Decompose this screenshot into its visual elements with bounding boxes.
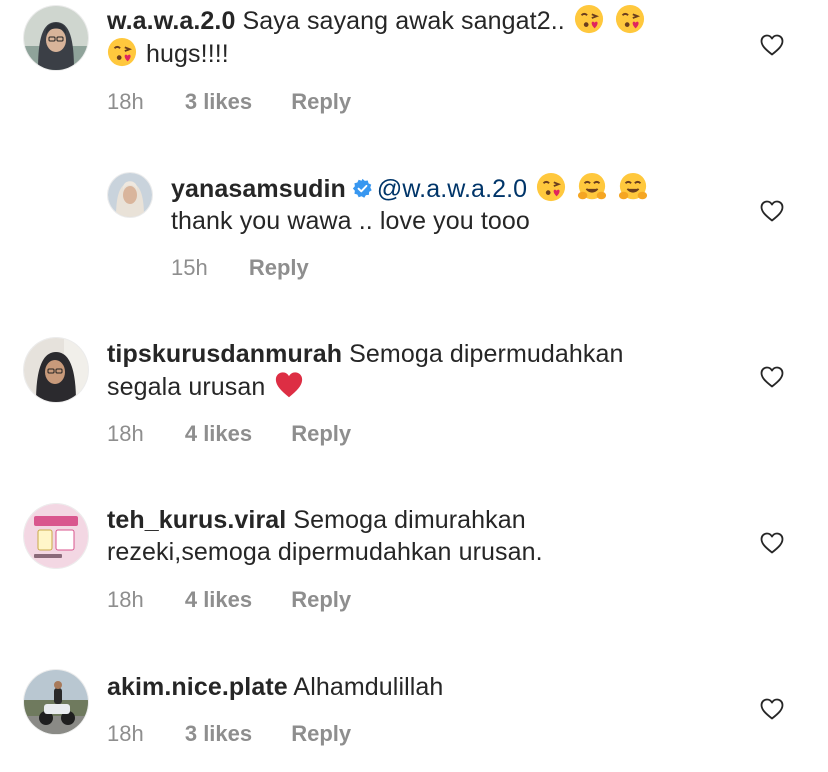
likes-count[interactable]: 3 likes <box>185 721 252 747</box>
reply-button[interactable]: Reply <box>291 421 351 447</box>
profile-photo-icon <box>108 173 152 217</box>
comment-message-continued: rezeki,semoga dipermudahkan urusan. <box>107 538 543 566</box>
motorbike-avatar-icon <box>24 670 88 734</box>
like-button[interactable] <box>760 698 784 720</box>
like-button[interactable] <box>760 34 784 56</box>
avatar[interactable] <box>24 504 88 568</box>
comment-time: 18h <box>107 89 144 114</box>
username[interactable]: tipskurusdanmurah <box>107 340 342 368</box>
avatar[interactable] <box>24 670 88 734</box>
likes-count[interactable]: 4 likes <box>185 421 252 447</box>
like-button[interactable] <box>760 200 784 222</box>
reply-button[interactable]: Reply <box>291 89 351 115</box>
heart-outline-icon <box>760 366 784 388</box>
comment-time: 18h <box>107 587 144 612</box>
face-blowing-kiss-emoji <box>574 4 603 34</box>
comment-message: Alhamdulillah <box>293 673 444 701</box>
likes-count[interactable]: 4 likes <box>185 587 252 613</box>
avatar[interactable] <box>108 173 152 217</box>
heart-outline-icon <box>760 698 784 720</box>
hugging-face-emoji <box>578 172 607 200</box>
comment-meta: 15h Reply <box>171 255 309 281</box>
comment-message-continued: hugs!!!! <box>146 40 229 68</box>
hijab-avatar-icon <box>24 6 88 70</box>
comment-list: w.a.w.a.2.0 Saya sayang awak sangat2.. h… <box>0 0 828 772</box>
comment-time: 15h <box>171 255 208 280</box>
username[interactable]: akim.nice.plate <box>107 673 288 701</box>
comment-text: w.a.w.a.2.0 Saya sayang awak sangat2.. h… <box>107 4 727 70</box>
reply-button[interactable]: Reply <box>249 255 309 281</box>
comment-message-continued: segala urusan <box>107 373 266 401</box>
comment-meta: 18h 3 likes Reply <box>107 89 351 115</box>
likes-count[interactable]: 3 likes <box>185 89 252 115</box>
username[interactable]: teh_kurus.viral <box>107 506 286 534</box>
product-avatar-icon <box>24 504 88 568</box>
hugging-face-emoji <box>619 172 648 200</box>
comment-meta: 18h 3 likes Reply <box>107 721 351 747</box>
comment-text: tipskurusdanmurah Semoga dipermudahkan s… <box>107 338 727 403</box>
comment-text: yanasamsudin @w.a.w.a.2.0 thank you wawa… <box>171 172 731 237</box>
red-heart-emoji <box>276 372 303 398</box>
username[interactable]: yanasamsudin <box>171 175 346 203</box>
comment-meta: 18h 4 likes Reply <box>107 421 351 447</box>
verified-badge-icon <box>352 178 372 198</box>
comment-message: thank you wawa .. love you tooo <box>171 207 530 235</box>
like-button[interactable] <box>760 532 784 554</box>
heart-outline-icon <box>760 200 784 222</box>
avatar[interactable] <box>24 6 88 70</box>
face-blowing-kiss-emoji <box>615 4 644 34</box>
heart-outline-icon <box>760 532 784 554</box>
heart-outline-icon <box>760 34 784 56</box>
comment-message: Semoga dipermudahkan <box>349 340 624 368</box>
reply-button[interactable]: Reply <box>291 721 351 747</box>
username[interactable]: w.a.w.a.2.0 <box>107 7 235 35</box>
like-button[interactable] <box>760 366 784 388</box>
hijab-avatar-icon <box>24 338 88 402</box>
mention-link[interactable]: @w.a.w.a.2.0 <box>377 175 527 203</box>
reply-button[interactable]: Reply <box>291 587 351 613</box>
comment-message: Saya sayang awak sangat2.. <box>242 7 565 35</box>
comment-time: 18h <box>107 421 144 446</box>
comment-time: 18h <box>107 721 144 746</box>
face-blowing-kiss-emoji <box>537 172 566 202</box>
comment-message: Semoga dimurahkan <box>293 506 526 534</box>
comment-text: teh_kurus.viral Semoga dimurahkan rezeki… <box>107 504 727 568</box>
comment-meta: 18h 4 likes Reply <box>107 587 351 613</box>
face-blowing-kiss-emoji <box>107 37 137 67</box>
avatar[interactable] <box>24 338 88 402</box>
comment-text: akim.nice.plate Alhamdulillah <box>107 671 727 703</box>
